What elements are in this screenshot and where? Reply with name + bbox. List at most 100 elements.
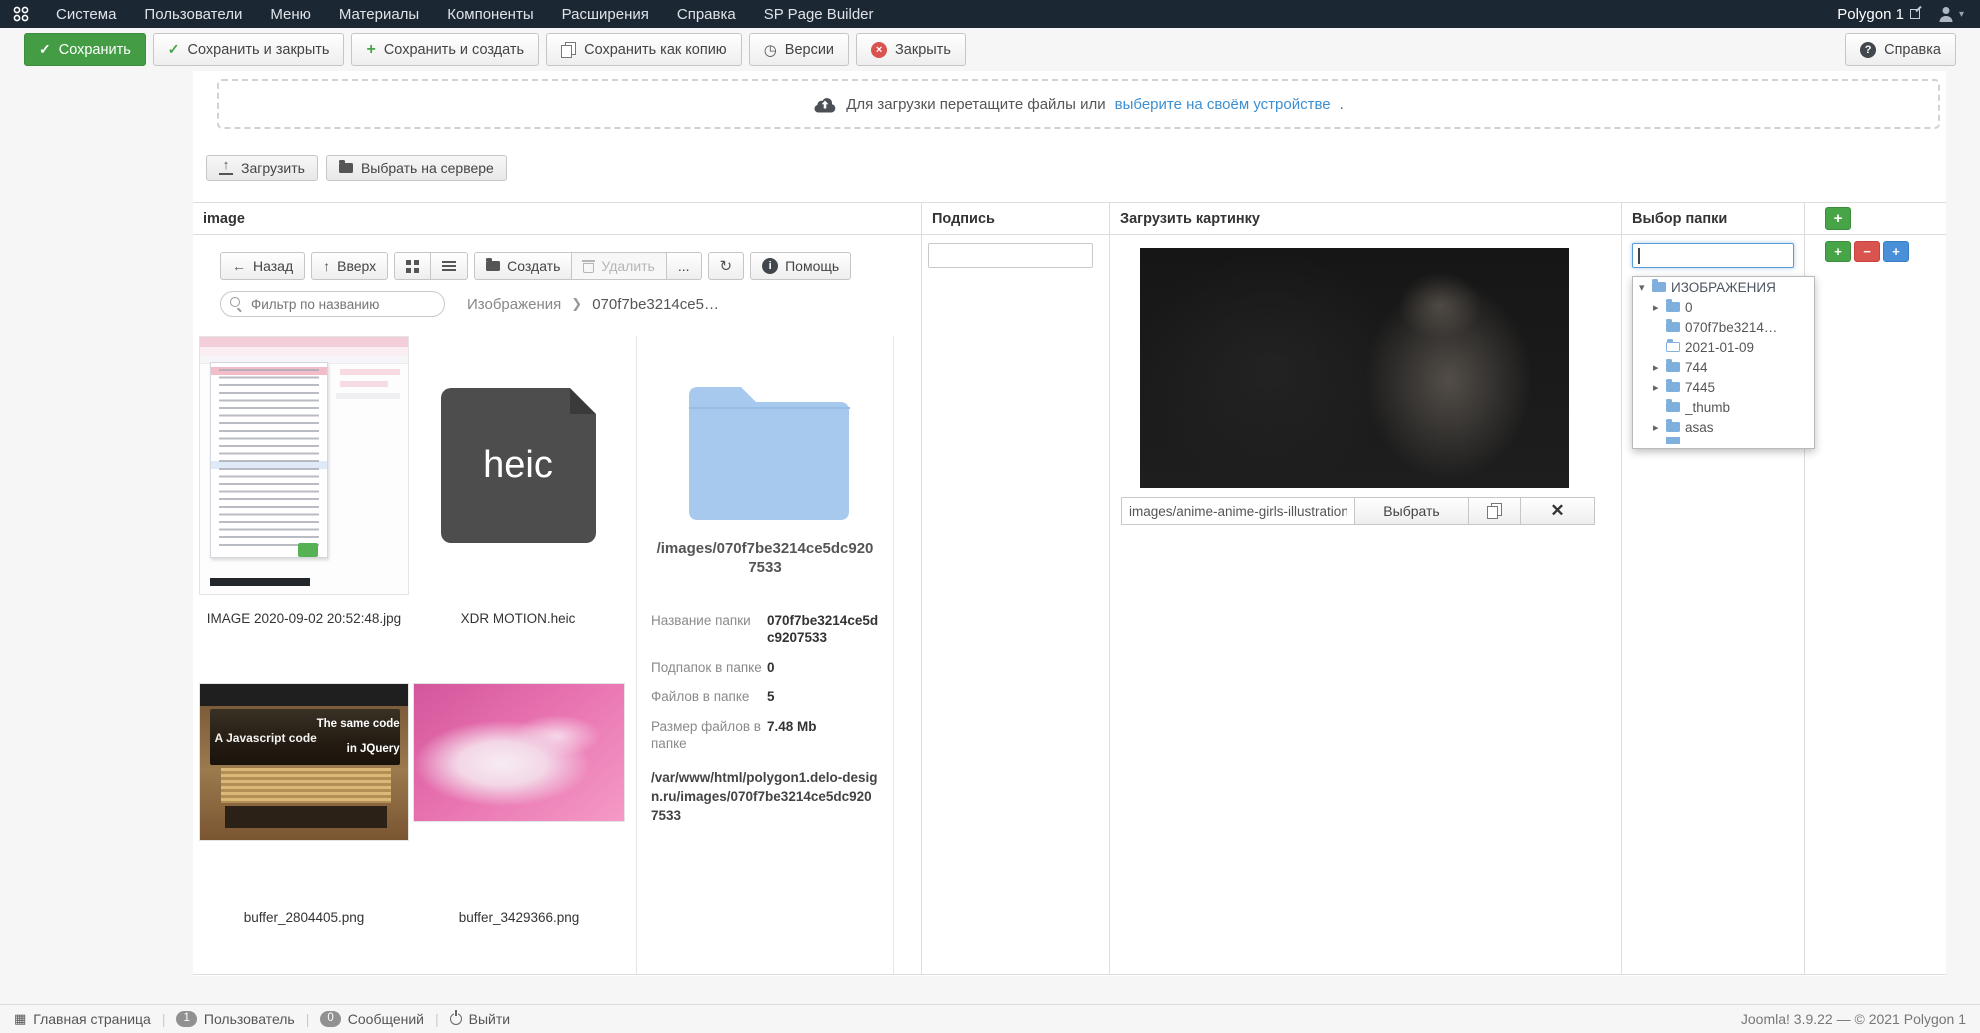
file-card-png-1[interactable]: A Javascript code The same code in JQuer… (199, 683, 409, 925)
detail-value: 5 (767, 689, 775, 705)
tree-item-root[interactable]: ▾ ИЗОБРАЖЕНИЯ (1633, 277, 1814, 297)
users-count-badge: 1 (176, 1010, 197, 1028)
heic-file-icon: heic (440, 388, 596, 543)
plus-icon: + (366, 40, 376, 58)
chevron-right-icon: ▸ (1653, 301, 1659, 314)
save-close-button[interactable]: ✓ Сохранить и закрыть (152, 33, 345, 66)
menu-help[interactable]: Справка (663, 0, 750, 28)
server-select-button[interactable]: Выбрать на сервере (325, 155, 507, 181)
more-button[interactable]: ... (665, 252, 702, 280)
dashboard-icon: ▦ (14, 1011, 27, 1026)
power-icon (449, 1013, 462, 1025)
list-icon (442, 260, 457, 272)
joomla-admin-page: Система Пользователи Меню Материалы Комп… (0, 0, 1980, 1033)
delete-button[interactable]: Удалить (571, 252, 667, 280)
menu-content[interactable]: Материалы (325, 0, 433, 28)
tree-item[interactable]: ▸ asas (1633, 417, 1814, 437)
file-card-png-2[interactable]: buffer_3429366.png (413, 683, 625, 925)
tree-item[interactable]: 070f7be3214… (1633, 317, 1814, 337)
tree-item[interactable]: ▸ 744 (1633, 357, 1814, 377)
user-icon (1938, 7, 1954, 22)
create-folder-button[interactable]: Создать (474, 252, 573, 280)
content-panel: Для загрузки перетащите файлы или выбери… (193, 71, 1946, 976)
insert-item-button[interactable]: + (1883, 241, 1909, 262)
actions-column-header: + (1805, 203, 1946, 235)
detail-value: 070f7be3214ce5dc9207533 (767, 612, 879, 646)
trash-icon (582, 259, 596, 273)
tree-item-clipped[interactable] (1633, 437, 1814, 444)
close-button[interactable]: × Закрыть (856, 33, 966, 66)
folder-icon (486, 258, 501, 271)
site-preview-link[interactable]: Polygon 1 (1837, 6, 1920, 23)
tree-item[interactable]: 2021-01-09 (1633, 337, 1814, 357)
chevron-down-icon: ▾ (1639, 281, 1645, 294)
breadcrumb-root[interactable]: Изображения (467, 296, 561, 313)
add-row-button[interactable]: + (1825, 207, 1851, 230)
help-button[interactable]: ? Справка (1845, 33, 1956, 66)
folder-filter-input[interactable] (1632, 243, 1794, 268)
folder-details: Название папки 070f7be3214ce5dc9207533 П… (637, 612, 893, 753)
upload-button[interactable]: Загрузить (206, 155, 318, 181)
up-button[interactable]: ↑ Вверх (311, 252, 389, 280)
control-panel-link[interactable]: ▦ Главная страница (14, 1011, 151, 1027)
folder-icon (1652, 279, 1666, 292)
external-link-icon (1909, 9, 1920, 19)
breadcrumb-current[interactable]: 070f7be3214ce5… (592, 296, 719, 313)
menu-components[interactable]: Компоненты (433, 0, 547, 28)
add-item-button[interactable]: + (1825, 241, 1851, 262)
tree-item[interactable]: ▸ 7445 (1633, 377, 1814, 397)
grid-icon (406, 259, 419, 273)
list-view-button[interactable] (430, 252, 469, 280)
caption-input[interactable] (928, 243, 1093, 268)
file-card-heic[interactable]: heic XDR MOTION.heic (427, 336, 609, 626)
file-dropzone[interactable]: Для загрузки перетащите файлы или выбери… (217, 79, 1940, 129)
device-select-link[interactable]: выберите на своём устройстве (1115, 96, 1331, 113)
question-icon: ? (1860, 41, 1877, 58)
save-new-button[interactable]: + Сохранить и создать (351, 33, 540, 66)
refresh-button[interactable]: ↻ (707, 252, 745, 280)
clear-image-button[interactable]: ✕ (1520, 497, 1595, 525)
text-cursor (1638, 248, 1640, 264)
file-name: buffer_2804405.png (243, 910, 365, 925)
messages-count-badge: 0 (320, 1010, 341, 1028)
image-path-input[interactable] (1121, 497, 1355, 525)
site-name: Polygon 1 (1837, 5, 1904, 23)
grid-view-button[interactable] (394, 252, 432, 280)
messages-link[interactable]: 0 Сообщений (320, 1010, 424, 1028)
clock-icon: ◷ (763, 41, 777, 59)
tree-item[interactable]: ▸ 0 (1633, 297, 1814, 317)
menu-users[interactable]: Пользователи (130, 0, 256, 28)
menu-sp-page-builder[interactable]: SP Page Builder (750, 0, 888, 28)
detail-value: 7.48 Mb (767, 718, 817, 734)
filter-input[interactable] (220, 291, 445, 317)
check-icon: ✓ (39, 41, 51, 57)
logout-link[interactable]: Выйти (449, 1011, 510, 1027)
user-menu[interactable]: ▾ (1938, 7, 1964, 22)
tree-item[interactable]: _thumb (1633, 397, 1814, 417)
close-icon: × (871, 41, 888, 58)
remove-item-button[interactable]: − (1854, 241, 1880, 262)
joomla-logo-icon[interactable] (0, 0, 42, 28)
menu-extensions[interactable]: Расширения (548, 0, 663, 28)
arrow-left-icon: ← (232, 258, 246, 274)
image-preview (1140, 248, 1569, 488)
breadcrumb: Изображения ❯ 070f7be3214ce5… (467, 291, 719, 317)
copy-path-button[interactable] (1468, 497, 1521, 525)
menu-menus[interactable]: Меню (256, 0, 325, 28)
filter-field (220, 291, 445, 317)
browser-help-button[interactable]: i Помощь (750, 252, 852, 280)
info-icon: i (762, 258, 779, 274)
file-card-jpg[interactable]: IMAGE 2020-09-02 20:52:48.jpg (199, 336, 409, 626)
chevron-down-icon: ▾ (1958, 8, 1964, 20)
folder-icon (1666, 359, 1680, 372)
choose-image-button[interactable]: Выбрать (1354, 497, 1469, 525)
detail-label: Файлов в папке (651, 689, 750, 705)
logged-in-users-link[interactable]: 1 Пользователь (176, 1010, 295, 1028)
versions-button[interactable]: ◷ Версии (748, 33, 850, 66)
save-button[interactable]: ✓ Сохранить (24, 33, 146, 66)
back-button[interactable]: ← Назад (220, 252, 306, 280)
save-copy-button[interactable]: Сохранить как копию (546, 33, 742, 66)
folder-icon (338, 160, 353, 173)
image-path-row: Выбрать ✕ (1121, 497, 1595, 525)
menu-system[interactable]: Система (42, 0, 130, 28)
